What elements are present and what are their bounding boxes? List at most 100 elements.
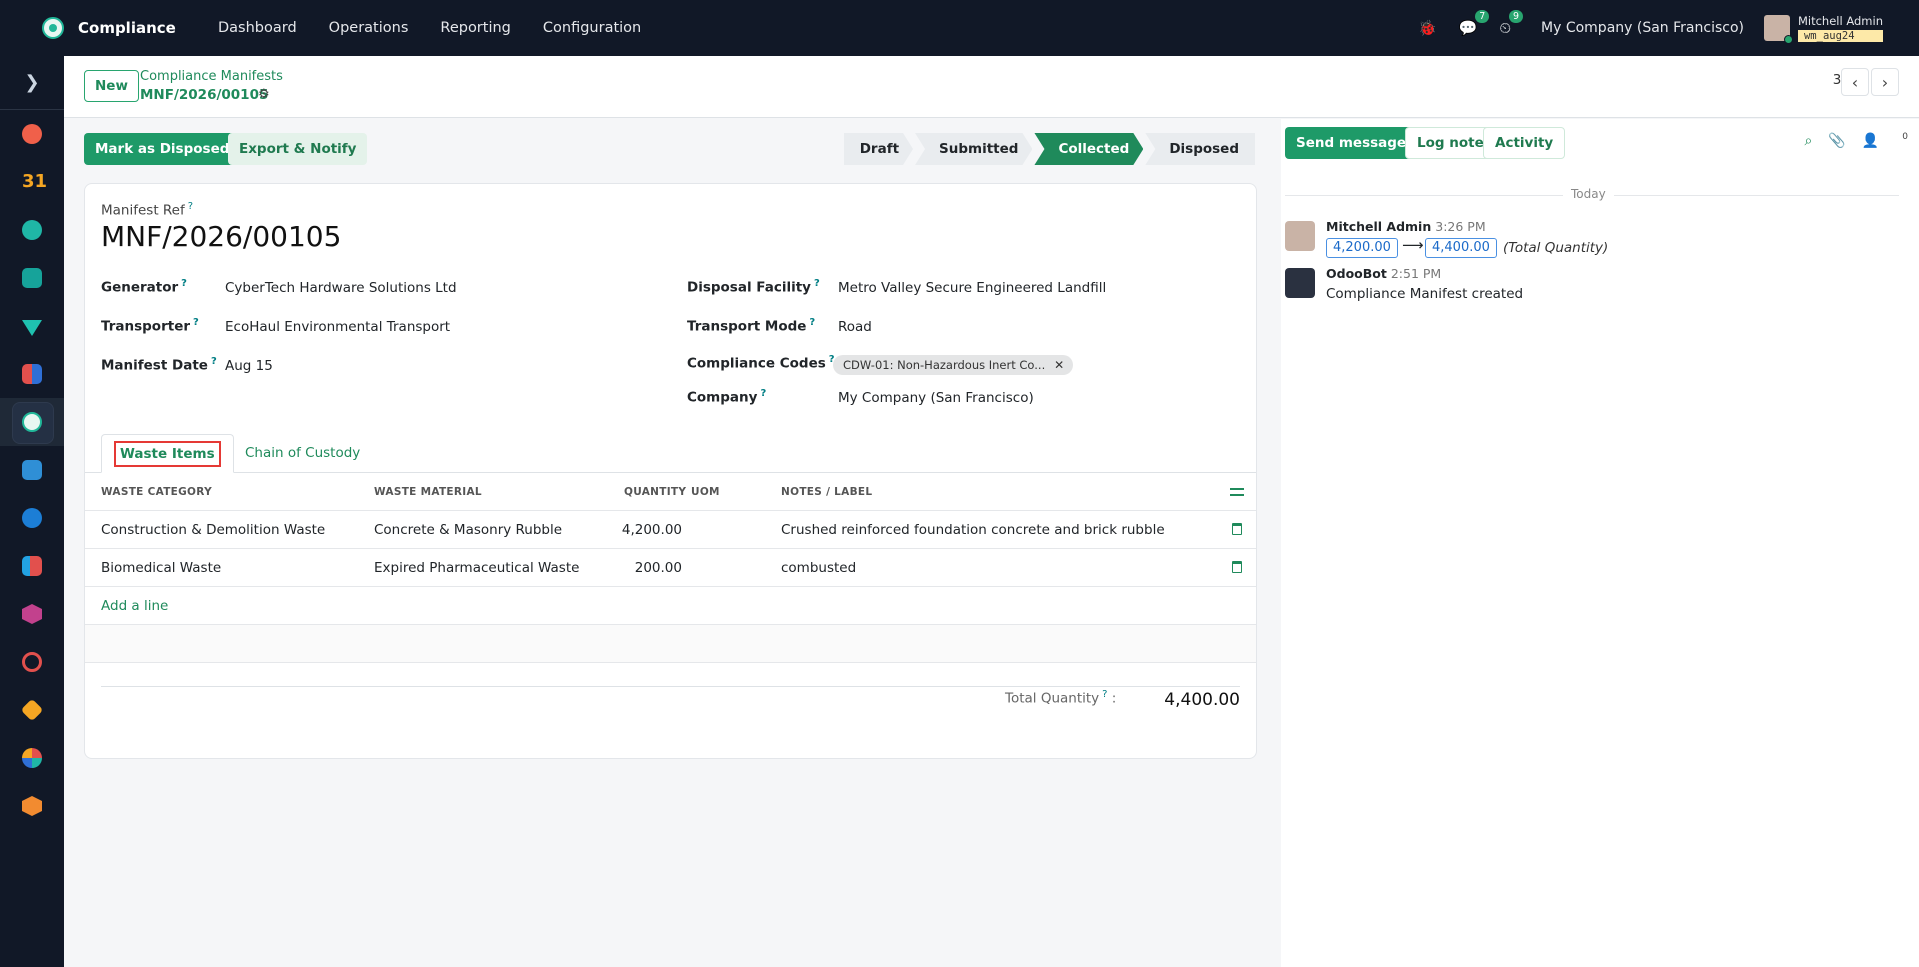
sidebar-app-3[interactable] bbox=[0, 542, 64, 590]
message-author-name: Mitchell Admin bbox=[1326, 219, 1432, 234]
help-tooltip-icon[interactable]: ? bbox=[809, 317, 815, 328]
company-switcher[interactable]: My Company (San Francisco) bbox=[1541, 20, 1744, 36]
send-message-button[interactable]: Send message bbox=[1285, 127, 1418, 159]
delete-row-trash-icon[interactable] bbox=[1232, 523, 1242, 535]
help-tooltip-icon[interactable]: ? bbox=[814, 278, 820, 289]
activities-clock-icon[interactable]: ⏲ 9 bbox=[1499, 10, 1524, 37]
generator-label: Generator? bbox=[101, 278, 187, 296]
sidebar-app-dashboards[interactable] bbox=[0, 350, 64, 398]
manifest-date-label: Manifest Date? bbox=[101, 356, 217, 374]
debug-bug-icon[interactable]: 🐞 bbox=[1418, 19, 1437, 37]
new-button[interactable]: New bbox=[84, 70, 139, 102]
tab-waste-items[interactable]: Waste Items bbox=[101, 434, 234, 473]
app-icon-5 bbox=[22, 652, 42, 672]
delete-row-trash-icon[interactable] bbox=[1232, 561, 1242, 573]
sidebar-app-compliance[interactable] bbox=[0, 206, 64, 254]
sidebar-app-discuss[interactable] bbox=[0, 110, 64, 158]
help-tooltip-icon[interactable]: ? bbox=[1102, 689, 1107, 700]
attachment-paperclip-icon[interactable]: 📎 bbox=[1828, 133, 1845, 149]
search-icon[interactable]: ⌕ bbox=[1805, 133, 1813, 149]
messages-icon[interactable]: 💬 7 bbox=[1459, 10, 1490, 37]
tracking-field-name: (Total Quantity) bbox=[1503, 240, 1609, 256]
app-brand[interactable]: Compliance bbox=[42, 17, 192, 39]
sidebar-app-calendar[interactable]: 31 bbox=[0, 158, 64, 206]
tab-waste-items-label: Waste Items bbox=[114, 441, 221, 467]
help-tooltip-icon[interactable]: ? bbox=[188, 201, 193, 212]
tab-chain-of-custody[interactable]: Chain of Custody bbox=[233, 434, 372, 473]
sidebar-app-6[interactable] bbox=[0, 686, 64, 734]
cell-quantity: 200.00 bbox=[634, 560, 682, 576]
pager-previous-icon[interactable]: ‹ bbox=[1841, 68, 1869, 96]
app-icon-1 bbox=[22, 460, 42, 480]
table-row[interactable]: Construction & Demolition Waste Concrete… bbox=[85, 511, 1256, 549]
app-icon-6 bbox=[20, 698, 44, 722]
sidebar-app-compliance-active[interactable] bbox=[0, 398, 64, 446]
generator-field[interactable]: CyberTech Hardware Solutions Ltd bbox=[225, 280, 457, 296]
waste-items-table: WASTE CATEGORY WASTE MATERIAL QUANTITY U… bbox=[85, 473, 1256, 663]
pager-next-icon[interactable]: › bbox=[1871, 68, 1899, 96]
compliance-code-tag[interactable]: CDW-01: Non-Hazardous Inert Co... ✕ bbox=[833, 355, 1074, 375]
help-tooltip-icon[interactable]: ? bbox=[760, 388, 766, 399]
stage-collected[interactable]: Collected bbox=[1034, 133, 1143, 165]
col-waste-material[interactable]: WASTE MATERIAL bbox=[374, 473, 482, 511]
breadcrumb-parent[interactable]: Compliance Manifests bbox=[140, 69, 283, 84]
table-row[interactable]: Biomedical Waste Expired Pharmaceutical … bbox=[85, 549, 1256, 587]
sidebar-app-crm[interactable] bbox=[0, 302, 64, 350]
help-tooltip-icon[interactable]: ? bbox=[181, 278, 187, 289]
stage-submitted[interactable]: Submitted bbox=[915, 133, 1032, 165]
stage-draft[interactable]: Draft bbox=[844, 133, 913, 165]
message-time: 3:26 PM bbox=[1435, 219, 1486, 234]
menu-operations[interactable]: Operations bbox=[329, 20, 409, 36]
disposal-facility-field[interactable]: Metro Valley Secure Engineered Landfill bbox=[838, 280, 1106, 296]
sidebar-expand-chevron-icon[interactable]: ❯ bbox=[0, 56, 64, 110]
breadcrumb-current: MNF/2026/00105 bbox=[140, 87, 269, 103]
sidebar-app-8[interactable] bbox=[0, 782, 64, 830]
followers-icon[interactable]: 👤 0 bbox=[1862, 132, 1908, 149]
sidebar-app-contacts[interactable] bbox=[0, 254, 64, 302]
menu-reporting[interactable]: Reporting bbox=[440, 20, 511, 36]
control-panel: New Compliance Manifests MNF/2026/00105 … bbox=[64, 56, 1919, 118]
transporter-field[interactable]: EcoHaul Environmental Transport bbox=[225, 319, 450, 335]
stage-disposed[interactable]: Disposed bbox=[1145, 133, 1255, 165]
col-uom[interactable]: UOM bbox=[691, 473, 720, 511]
transport-mode-field[interactable]: Road bbox=[838, 319, 872, 335]
avatar[interactable] bbox=[1285, 221, 1315, 251]
user-avatar bbox=[1763, 15, 1793, 44]
sidebar-app-2[interactable] bbox=[0, 494, 64, 542]
sidebar-app-1[interactable] bbox=[0, 446, 64, 494]
cell-quantity: 4,200.00 bbox=[621, 522, 682, 538]
transport-mode-label: Transport Mode? bbox=[687, 317, 815, 335]
avatar[interactable] bbox=[1285, 268, 1315, 298]
sidebar-app-7[interactable] bbox=[0, 734, 64, 782]
user-name: Mitchell Admin bbox=[1797, 13, 1883, 28]
user-menu[interactable]: Mitchell Admin wm_aug24 bbox=[1763, 13, 1883, 44]
sidebar-app-5[interactable] bbox=[0, 638, 64, 686]
transport-mode-label-text: Transport Mode bbox=[687, 318, 807, 335]
manifest-ref-value[interactable]: MNF/2026/00105 bbox=[101, 220, 341, 253]
col-notes-label[interactable]: NOTES / LABEL bbox=[781, 473, 872, 511]
menu-configuration[interactable]: Configuration bbox=[543, 20, 641, 36]
sidebar-app-4[interactable] bbox=[0, 590, 64, 638]
transporter-label-text: Transporter bbox=[101, 318, 191, 335]
status-bar: Draft Submitted Collected Disposed bbox=[844, 133, 1257, 165]
mark-as-disposed-button[interactable]: Mark as Disposed bbox=[84, 133, 241, 165]
manifest-date-field[interactable]: Aug 15 bbox=[225, 358, 273, 374]
form-area: Mark as Disposed Export & Notify Draft S… bbox=[64, 119, 1281, 967]
compliance-codes-label-text: Compliance Codes bbox=[687, 355, 826, 372]
activity-button[interactable]: Activity bbox=[1483, 127, 1566, 159]
help-tooltip-icon[interactable]: ? bbox=[193, 317, 199, 328]
optional-columns-settings-icon[interactable] bbox=[1230, 486, 1244, 498]
record-gear-icon[interactable]: ⚙ bbox=[258, 87, 270, 102]
remove-tag-close-icon[interactable]: ✕ bbox=[1054, 355, 1064, 375]
total-quantity-label-text: Total Quantity bbox=[1005, 690, 1100, 707]
menu-dashboard[interactable]: Dashboard bbox=[218, 20, 297, 36]
company-field[interactable]: My Company (San Francisco) bbox=[838, 390, 1034, 406]
company-label-text: Company bbox=[687, 389, 758, 406]
manifest-ref-label-text: Manifest Ref bbox=[101, 202, 185, 219]
col-waste-category[interactable]: WASTE CATEGORY bbox=[101, 473, 212, 511]
add-a-line-link[interactable]: Add a line bbox=[101, 587, 168, 625]
discuss-icon bbox=[22, 124, 42, 144]
export-notify-button[interactable]: Export & Notify bbox=[228, 133, 368, 165]
col-quantity[interactable]: QUANTITY bbox=[624, 473, 686, 511]
help-tooltip-icon[interactable]: ? bbox=[211, 356, 217, 367]
